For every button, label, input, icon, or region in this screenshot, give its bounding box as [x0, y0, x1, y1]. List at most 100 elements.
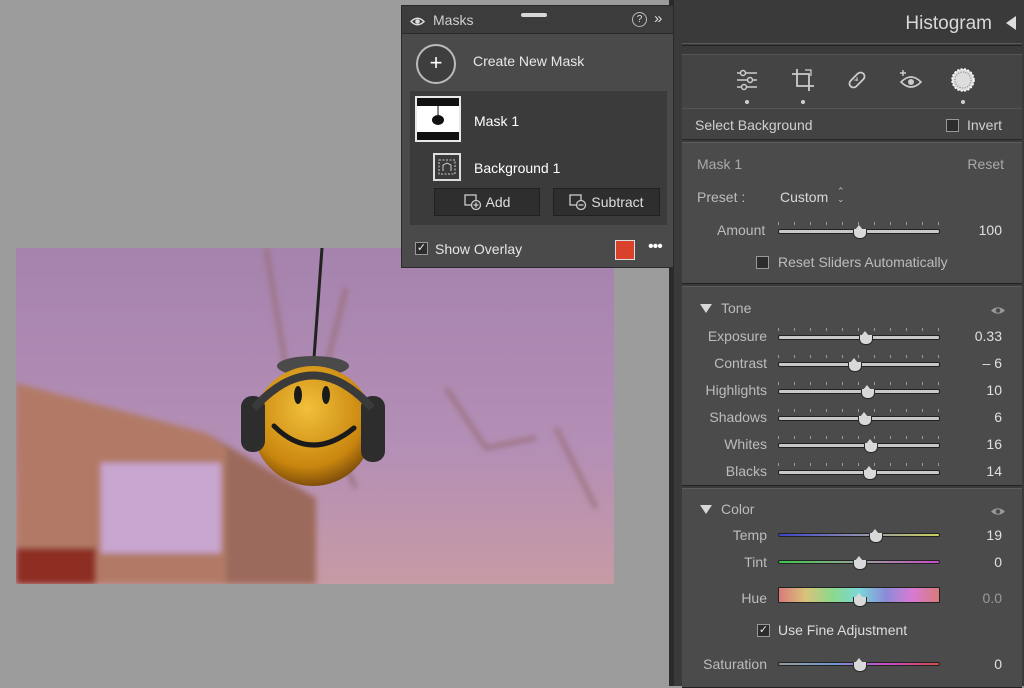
slider-tick	[778, 409, 779, 412]
slider-tick	[778, 222, 779, 225]
slider-tick	[890, 436, 891, 439]
histogram-title[interactable]: Histogram	[905, 13, 992, 35]
tone-slider-value[interactable]: 10	[986, 382, 1002, 398]
masks-header[interactable]: Masks ? »	[402, 6, 673, 34]
preset-arrows-icon[interactable]: ⌃⌄	[837, 187, 845, 204]
slider-tick	[826, 222, 827, 225]
background-component-icon[interactable]	[433, 153, 461, 181]
tone-slider-value[interactable]: 6	[994, 409, 1002, 425]
slider-tick	[810, 436, 811, 439]
color-section: Color Temp 19 Tint 0 Hue 0.0 ✓ Use Fine …	[682, 488, 1022, 688]
slider-tick	[810, 409, 811, 412]
slider-tick	[874, 328, 875, 331]
color-visibility-eye-icon[interactable]	[990, 504, 1006, 520]
tint-value[interactable]: 0	[994, 554, 1002, 570]
masks-panel[interactable]: Masks ? » + Create New Mask Mask 1 Backg…	[401, 5, 674, 268]
color-title[interactable]: Color	[721, 501, 754, 517]
masks-title: Masks	[433, 12, 474, 28]
temp-value[interactable]: 19	[986, 527, 1002, 543]
collapse-icon[interactable]: »	[654, 10, 662, 27]
slider-tick	[794, 355, 795, 358]
slider-tick	[826, 382, 827, 385]
slider-tick	[778, 355, 779, 358]
color-collapse-icon[interactable]	[700, 505, 712, 514]
drag-handle[interactable]	[521, 13, 547, 17]
show-overlay-label[interactable]: Show Overlay	[435, 241, 522, 257]
subtract-button[interactable]: Subtract	[553, 188, 660, 216]
invert-label[interactable]: Invert	[967, 117, 1002, 133]
more-options-icon[interactable]: •••	[648, 238, 663, 256]
temp-slider[interactable]	[778, 533, 940, 537]
preset-dropdown[interactable]: Custom	[780, 189, 828, 205]
tone-slider-thumb[interactable]	[859, 331, 874, 345]
slider-tick	[810, 382, 811, 385]
histogram-divider	[682, 43, 1022, 46]
slider-tick	[922, 409, 923, 412]
add-button[interactable]: Add	[434, 188, 540, 216]
slider-tick	[858, 436, 859, 439]
tone-slider-thumb[interactable]	[864, 439, 879, 453]
tone-slider-track[interactable]	[778, 443, 940, 448]
reset-sliders-checkbox[interactable]	[756, 256, 769, 269]
show-overlay-row: ✓ Show Overlay •••	[402, 232, 673, 268]
tone-slider-ticks	[778, 436, 940, 440]
slider-tick	[922, 463, 923, 466]
tone-visibility-eye-icon[interactable]	[990, 303, 1006, 319]
photo-preview[interactable]	[16, 248, 614, 584]
invert-checkbox[interactable]	[946, 119, 959, 132]
edit-sliders-icon[interactable]	[732, 65, 762, 95]
tone-slider-track[interactable]	[778, 470, 940, 475]
tone-slider-label: Blacks	[725, 463, 767, 479]
tone-title[interactable]: Tone	[721, 300, 751, 316]
tone-slider-label: Contrast	[714, 355, 767, 371]
amount-value[interactable]: 100	[979, 222, 1002, 238]
tone-slider-ticks	[778, 382, 940, 386]
temp-slider-thumb[interactable]	[869, 529, 884, 543]
slider-tick	[874, 382, 875, 385]
saturation-slider-thumb[interactable]	[853, 658, 867, 672]
amount-slider-thumb[interactable]	[853, 225, 867, 239]
slider-tick	[938, 222, 939, 225]
saturation-value[interactable]: 0	[994, 656, 1002, 672]
tone-slider-thumb[interactable]	[861, 385, 876, 399]
show-overlay-checkbox[interactable]: ✓	[415, 242, 428, 255]
masking-icon[interactable]	[948, 65, 978, 95]
healing-bandage-icon[interactable]	[842, 65, 872, 95]
tone-slider-thumb[interactable]	[848, 358, 863, 372]
histogram-collapse-icon[interactable]	[1006, 16, 1016, 30]
eye-icon[interactable]	[409, 14, 426, 30]
hue-value[interactable]: 0.0	[983, 590, 1002, 606]
subtract-label: Subtract	[591, 194, 644, 210]
tone-slider-track[interactable]	[778, 389, 940, 394]
tone-collapse-icon[interactable]	[700, 304, 712, 313]
tone-slider-thumb[interactable]	[862, 466, 877, 480]
create-new-mask-label[interactable]: Create New Mask	[473, 53, 584, 69]
crop-icon[interactable]	[788, 65, 818, 95]
fine-adjustment-checkbox[interactable]: ✓	[757, 624, 770, 637]
slider-tick	[826, 436, 827, 439]
fine-adjustment-label[interactable]: Use Fine Adjustment	[778, 622, 907, 638]
create-new-mask-button[interactable]: +	[416, 44, 456, 84]
slider-tick	[906, 328, 907, 331]
slider-tick	[794, 463, 795, 466]
mask-thumbnail[interactable]	[415, 96, 461, 142]
reset-sliders-label[interactable]: Reset Sliders Automatically	[778, 254, 948, 270]
tone-slider-value[interactable]: 14	[986, 463, 1002, 479]
red-eye-icon[interactable]	[896, 65, 926, 95]
overlay-color-swatch[interactable]	[615, 240, 635, 260]
slider-tick	[890, 409, 891, 412]
tone-slider-value[interactable]: 16	[986, 436, 1002, 452]
hue-label: Hue	[741, 590, 767, 606]
tone-slider-thumb[interactable]	[857, 412, 872, 426]
component-name[interactable]: Background 1	[474, 160, 560, 176]
tool-indicator-dot	[745, 100, 749, 104]
mask-name[interactable]: Mask 1	[474, 113, 519, 129]
slider-tick	[794, 382, 795, 385]
reset-button[interactable]: Reset	[967, 156, 1004, 172]
hue-slider-thumb[interactable]	[853, 593, 867, 607]
help-icon[interactable]: ?	[632, 12, 647, 27]
tint-slider-thumb[interactable]	[853, 556, 867, 570]
mask-list: Mask 1 Background 1 Add Subtract	[410, 91, 667, 225]
tone-slider-value[interactable]: 0.33	[975, 328, 1002, 344]
tone-slider-value[interactable]: – 6	[983, 355, 1002, 371]
